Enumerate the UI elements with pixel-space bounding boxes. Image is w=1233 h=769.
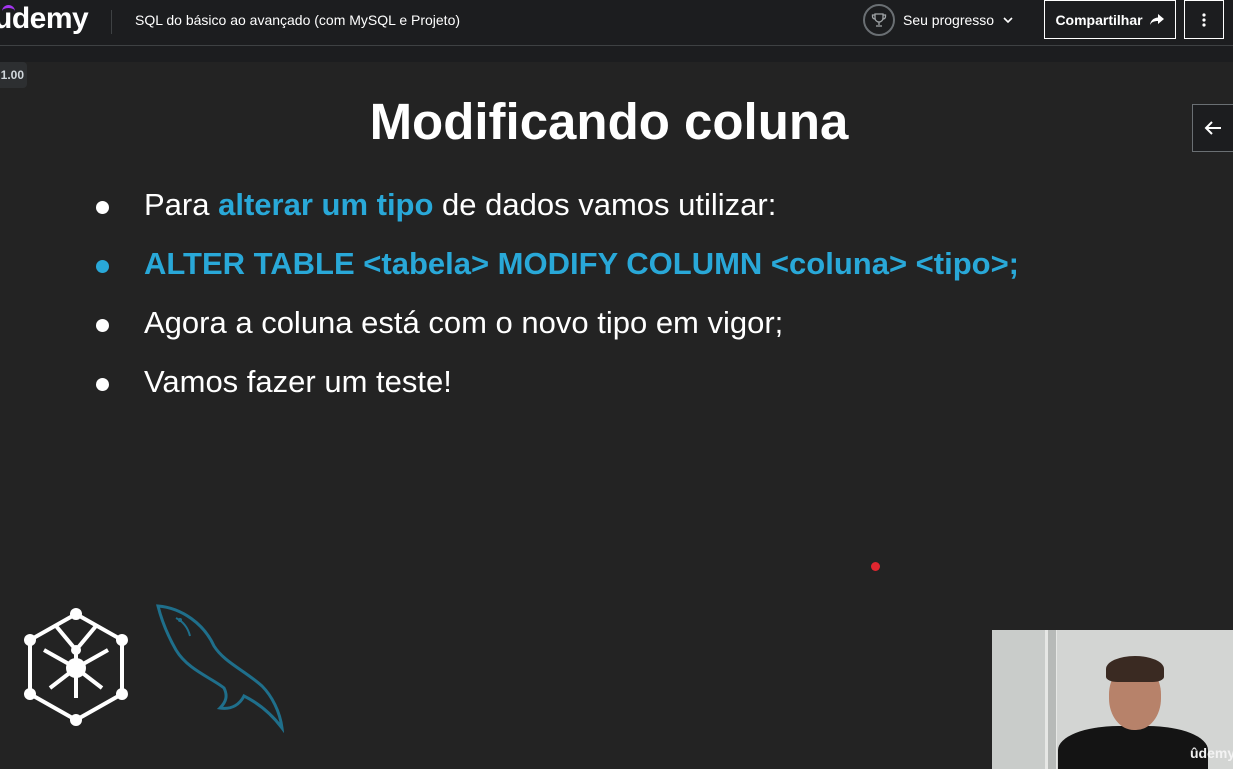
laser-pointer xyxy=(871,562,880,571)
progress-button[interactable]: Seu progresso xyxy=(863,3,1014,37)
share-button[interactable]: Compartilhar xyxy=(1044,0,1176,39)
bullet-text: Para xyxy=(144,187,219,222)
bullet-text: Vamos fazer um teste! xyxy=(144,364,452,399)
more-vertical-icon xyxy=(1202,12,1206,27)
bullet-dot xyxy=(96,201,109,214)
bullet-text: Agora a coluna está com o novo tipo em v… xyxy=(144,305,784,340)
network-cube-logo xyxy=(24,608,128,726)
bullet-dot xyxy=(96,378,109,391)
top-bar: udemy SQL do básico ao avançado (com MyS… xyxy=(0,0,1233,46)
slide-bullet-code: ALTER TABLE <tabela> MODIFY COLUMN <colu… xyxy=(93,239,1019,298)
udemy-logo[interactable]: udemy xyxy=(0,2,89,36)
slide-bullet-list: Para alterar um tipo de dados vamos util… xyxy=(93,180,1019,416)
instructor-shirt xyxy=(1058,726,1208,769)
bullet-dot xyxy=(96,260,109,273)
header-divider xyxy=(111,10,112,34)
instructor-hair xyxy=(1106,656,1164,682)
udemy-watermark: ûdemy xyxy=(1190,745,1233,761)
instructor-webcam: ûdemy xyxy=(992,630,1233,769)
slide-bullet: Agora a coluna está com o novo tipo em v… xyxy=(93,298,1019,357)
playback-speed-button[interactable]: 1.00 xyxy=(0,62,27,88)
slide-bullet: Vamos fazer um teste! xyxy=(93,357,1019,416)
slide-title: Modificando coluna xyxy=(369,93,849,150)
bullet-text: ALTER TABLE <tabela> MODIFY COLUMN <colu… xyxy=(144,246,1019,281)
chevron-down-icon xyxy=(1003,17,1013,24)
more-options-button[interactable] xyxy=(1184,0,1224,39)
share-label: Compartilhar xyxy=(1055,11,1143,28)
share-icon xyxy=(1149,13,1164,25)
progress-label: Seu progresso xyxy=(903,12,995,28)
bullet-dot xyxy=(96,319,109,332)
bullet-highlight: alterar um tipo xyxy=(218,187,434,222)
logo-accent xyxy=(2,5,15,14)
trophy-icon xyxy=(863,4,895,36)
webcam-door xyxy=(1048,630,1056,769)
mysql-dolphin-logo xyxy=(156,604,284,734)
course-title[interactable]: SQL do básico ao avançado (com MySQL e P… xyxy=(135,12,460,28)
bullet-text: de dados vamos utilizar: xyxy=(433,187,777,222)
slide-bullet: Para alterar um tipo de dados vamos util… xyxy=(93,180,1019,239)
